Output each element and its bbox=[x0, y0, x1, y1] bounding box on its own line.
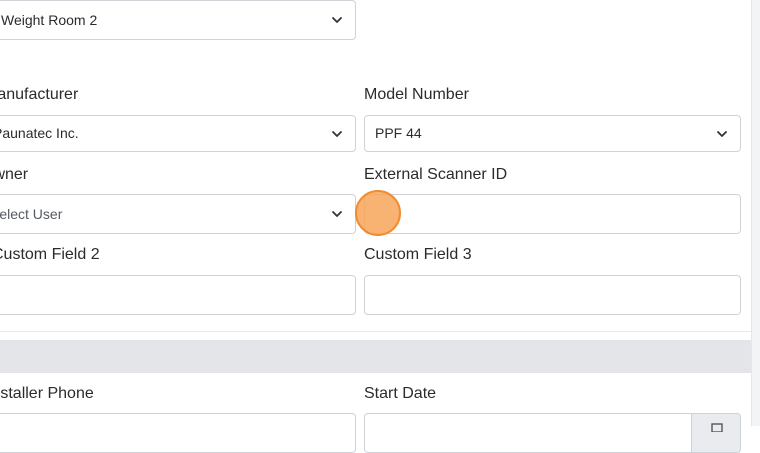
installer-phone-label: Installer Phone bbox=[0, 385, 94, 402]
chevron-down-icon bbox=[717, 131, 727, 137]
calendar-button[interactable] bbox=[691, 413, 741, 453]
model-number-select[interactable]: PPF 44 bbox=[364, 115, 741, 152]
manufacturer-select[interactable]: Paunatec Inc. bbox=[0, 115, 356, 152]
chevron-down-icon bbox=[332, 131, 342, 137]
manufacturer-select-value: Paunatec Inc. bbox=[0, 125, 79, 141]
chevron-down-icon bbox=[332, 211, 342, 217]
scrollbar-track[interactable] bbox=[751, 0, 760, 426]
external-scanner-id-label: External Scanner ID bbox=[364, 166, 508, 183]
location-select[interactable]: Weight Room 2 bbox=[0, 0, 356, 40]
start-date-label: Start Date bbox=[364, 385, 437, 402]
custom-field-3-input[interactable] bbox=[364, 275, 741, 315]
model-number-label: Model Number bbox=[364, 86, 469, 103]
section-header-band bbox=[0, 340, 751, 373]
owner-select-value: Select User bbox=[0, 206, 63, 222]
custom-field-2-label: Custom Field 2 bbox=[0, 246, 100, 263]
custom-field-3-label: Custom Field 3 bbox=[364, 246, 472, 263]
installer-phone-input[interactable] bbox=[0, 413, 356, 453]
section-divider bbox=[0, 331, 751, 332]
chevron-down-icon bbox=[332, 17, 342, 23]
external-scanner-id-input[interactable] bbox=[364, 194, 741, 234]
manufacturer-label: Manufacturer bbox=[0, 86, 79, 103]
click-indicator bbox=[355, 190, 401, 236]
start-date-input[interactable] bbox=[364, 413, 741, 453]
custom-field-2-input[interactable] bbox=[0, 275, 356, 315]
location-select-value: Weight Room 2 bbox=[1, 12, 98, 28]
owner-select[interactable]: Select User bbox=[0, 194, 356, 234]
calendar-icon bbox=[711, 423, 723, 432]
model-number-select-value: PPF 44 bbox=[375, 125, 422, 141]
owner-label: Owner bbox=[0, 166, 29, 183]
